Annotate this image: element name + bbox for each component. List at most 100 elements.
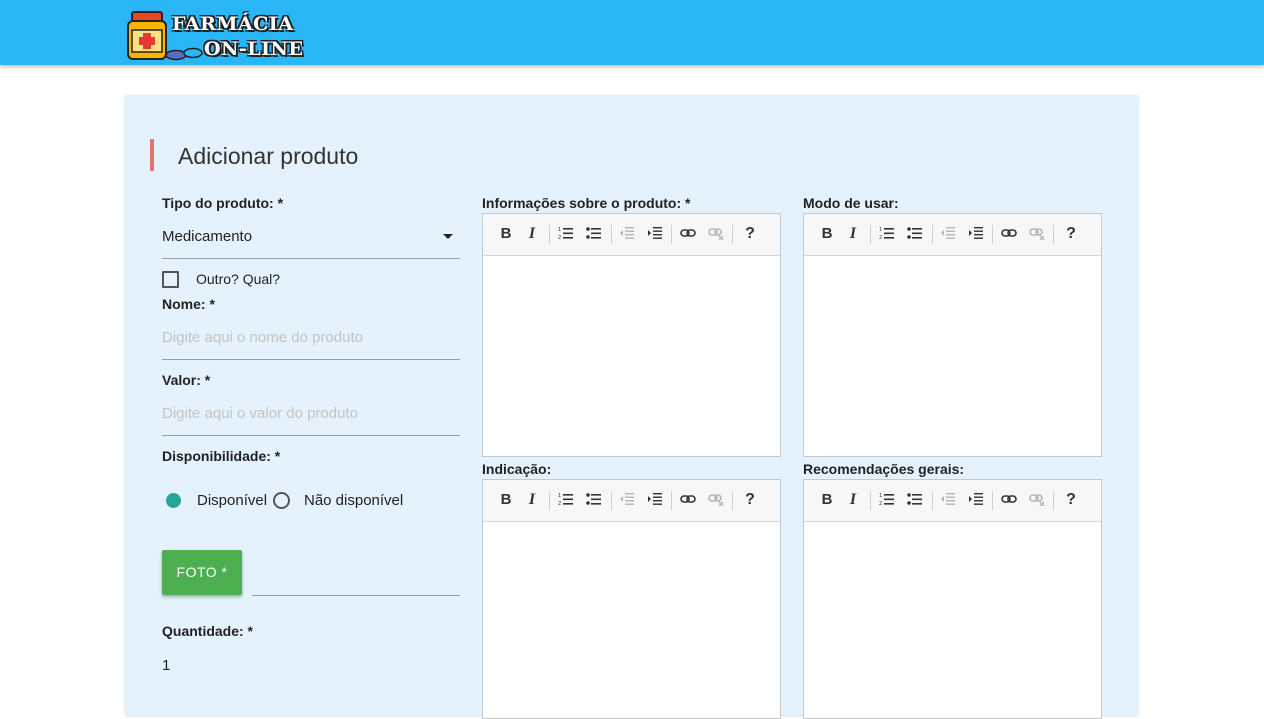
editor-label-recomendacoes: Recomendações gerais:: [803, 461, 965, 477]
tipo-produto-value: Medicamento: [162, 228, 253, 245]
outdent-icon: [937, 490, 959, 510]
outdent-icon: [616, 224, 638, 244]
farmacia-logo[interactable]: FARMÁCIA ON-LINE: [124, 10, 303, 64]
valor-underline: [162, 435, 460, 436]
ordered-list-icon[interactable]: 12: [876, 490, 898, 510]
indent-icon[interactable]: [644, 224, 666, 244]
help-icon[interactable]: ?: [1060, 490, 1082, 510]
tipo-produto-underline: [162, 258, 460, 259]
add-product-card: Adicionar produto Tipo do produto: * Med…: [125, 95, 1138, 719]
svg-text:2: 2: [879, 235, 882, 240]
italic-icon[interactable]: I: [521, 490, 543, 510]
svg-text:1: 1: [558, 493, 561, 499]
navbar: FARMÁCIA ON-LINE: [0, 0, 1264, 65]
toolbar-divider: [732, 225, 733, 244]
help-icon[interactable]: ?: [739, 224, 761, 244]
help-icon[interactable]: ?: [1060, 224, 1082, 244]
unlink-icon: [705, 490, 727, 510]
unordered-list-icon[interactable]: [583, 490, 605, 510]
svg-text:1: 1: [879, 493, 882, 499]
outro-checkbox-label: Outro? Qual?: [196, 271, 281, 287]
quantidade-input[interactable]: 1: [162, 657, 170, 674]
editor-toolbar: B I 12 ?: [483, 480, 780, 522]
indent-icon[interactable]: [644, 490, 666, 510]
outdent-icon: [937, 224, 959, 244]
disponibilidade-label: Disponibilidade: *: [162, 448, 281, 464]
bold-icon[interactable]: B: [816, 224, 838, 244]
help-icon[interactable]: ?: [739, 490, 761, 510]
nome-placeholder: Digite aqui o nome do produto: [162, 329, 363, 346]
outro-checkbox[interactable]: [162, 271, 179, 288]
editor-modo-usar[interactable]: B I 12 ?: [803, 213, 1102, 457]
toolbar-divider: [671, 225, 672, 244]
unlink-icon: [705, 224, 727, 244]
unordered-list-icon[interactable]: [904, 224, 926, 244]
bold-icon[interactable]: B: [495, 490, 517, 510]
unlink-icon: [1026, 490, 1048, 510]
radio-nao-disponivel-label[interactable]: Não disponível: [304, 492, 403, 509]
indent-icon[interactable]: [965, 490, 987, 510]
bold-icon[interactable]: B: [816, 490, 838, 510]
page-title: Adicionar produto: [178, 143, 359, 169]
editor-toolbar: B I 12 ?: [483, 214, 780, 256]
tipo-produto-label: Tipo do produto: *: [162, 195, 284, 211]
toolbar-divider: [1053, 491, 1054, 510]
toolbar-divider: [611, 225, 612, 244]
link-icon[interactable]: [677, 490, 699, 510]
ordered-list-icon[interactable]: 12: [876, 224, 898, 244]
editor-label-modo-usar: Modo de usar:: [803, 195, 899, 211]
toolbar-divider: [992, 491, 993, 510]
outdent-icon: [616, 490, 638, 510]
logo-text-line2: ON-LINE: [204, 38, 304, 60]
valor-label: Valor: *: [162, 372, 211, 388]
toolbar-divider: [732, 491, 733, 510]
italic-icon[interactable]: I: [521, 224, 543, 244]
link-icon[interactable]: [677, 224, 699, 244]
toolbar-divider: [870, 225, 871, 244]
radio-nao-disponivel[interactable]: [273, 492, 290, 509]
toolbar-divider: [932, 225, 933, 244]
svg-text:2: 2: [558, 235, 561, 240]
radio-disponivel-label[interactable]: Disponível: [197, 492, 267, 509]
svg-text:2: 2: [879, 501, 882, 506]
svg-text:1: 1: [558, 227, 561, 233]
toolbar-divider: [932, 491, 933, 510]
nome-label: Nome: *: [162, 296, 215, 312]
logo-text-line1: FARMÁCIA: [172, 13, 294, 35]
ordered-list-icon[interactable]: 12: [555, 490, 577, 510]
dropdown-caret-icon: [443, 234, 453, 239]
radio-disponivel[interactable]: [166, 493, 181, 508]
italic-icon[interactable]: I: [842, 224, 864, 244]
link-icon[interactable]: [998, 224, 1020, 244]
editor-label-informacoes: Informações sobre o produto: *: [482, 195, 691, 211]
foto-upload-button[interactable]: FOTO *: [162, 550, 242, 595]
editor-informacoes[interactable]: B I 12 ?: [482, 213, 781, 457]
valor-placeholder: Digite aqui o valor do produto: [162, 405, 358, 422]
italic-icon[interactable]: I: [842, 490, 864, 510]
unlink-icon: [1026, 224, 1048, 244]
unordered-list-icon[interactable]: [904, 490, 926, 510]
quantidade-label: Quantidade: *: [162, 623, 254, 639]
foto-filename-field[interactable]: [252, 595, 460, 596]
svg-text:2: 2: [558, 501, 561, 506]
toolbar-divider: [671, 491, 672, 510]
editor-indicacao[interactable]: B I 12 ?: [482, 479, 781, 719]
svg-text:1: 1: [879, 227, 882, 233]
toolbar-divider: [992, 225, 993, 244]
link-icon[interactable]: [998, 490, 1020, 510]
nome-underline: [162, 359, 460, 360]
editor-label-indicacao: Indicação:: [482, 461, 552, 477]
toolbar-divider: [611, 491, 612, 510]
bold-icon[interactable]: B: [495, 224, 517, 244]
editor-recomendacoes[interactable]: B I 12 ?: [803, 479, 1102, 719]
unordered-list-icon[interactable]: [583, 224, 605, 244]
ordered-list-icon[interactable]: 12: [555, 224, 577, 244]
indent-icon[interactable]: [965, 224, 987, 244]
title-accent-bar: [150, 139, 154, 171]
toolbar-divider: [549, 225, 550, 244]
editor-toolbar: B I 12 ?: [804, 214, 1101, 256]
toolbar-divider: [549, 491, 550, 510]
toolbar-divider: [870, 491, 871, 510]
toolbar-divider: [1053, 225, 1054, 244]
editor-toolbar: B I 12 ?: [804, 480, 1101, 522]
